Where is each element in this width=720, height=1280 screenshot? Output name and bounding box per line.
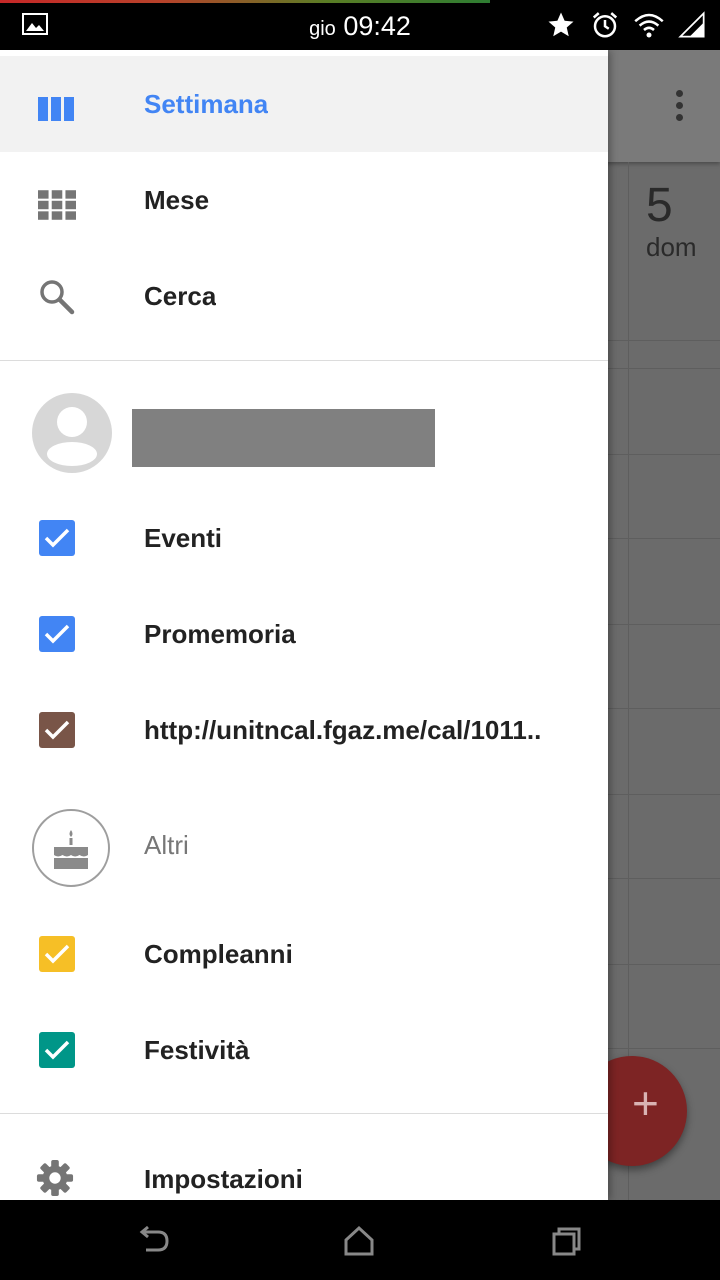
person-icon: [47, 407, 97, 466]
star-icon: [548, 12, 574, 37]
calendar-label: Promemoria: [144, 619, 296, 649]
grid-line: [608, 964, 720, 965]
drawer-item-label: Impostazioni: [144, 1164, 303, 1194]
account-avatar: [32, 393, 112, 473]
drawer-item-label: Settimana: [144, 89, 269, 119]
gear-icon: [36, 1159, 74, 1197]
back-icon[interactable]: [136, 1224, 172, 1258]
grid-line: [608, 1048, 720, 1049]
more-options-icon[interactable]: [676, 90, 684, 126]
status-progress-strip: [0, 0, 490, 3]
day-name: dom: [646, 232, 697, 262]
drawer-item-week[interactable]: Settimana: [0, 56, 608, 152]
drawer-item-settings[interactable]: Impostazioni: [0, 1131, 608, 1200]
grid-line: [608, 878, 720, 879]
grid-line: [608, 708, 720, 709]
calendar-checkbox[interactable]: [39, 712, 75, 748]
calendar-label: Compleanni: [144, 939, 293, 969]
grid-line: [608, 454, 720, 455]
month-grid-icon: [38, 190, 76, 220]
calendar-label: Festività: [144, 1035, 250, 1065]
calendar-item-compleanni[interactable]: Compleanni: [0, 906, 608, 1002]
calendar-label: http://unitncal.fgaz.me/cal/1011..: [144, 715, 542, 745]
check-icon: [44, 944, 70, 964]
status-time: 09:42: [343, 11, 411, 41]
drawer-divider: [0, 1113, 608, 1114]
check-icon: [44, 720, 70, 740]
calendar-checkbox[interactable]: [39, 936, 75, 972]
grid-line: [608, 624, 720, 625]
calendar-item-url[interactable]: http://unitncal.fgaz.me/cal/1011..: [0, 682, 608, 778]
recents-icon[interactable]: [548, 1224, 584, 1258]
grid-line: [608, 368, 720, 369]
navigation-drawer: Settimana Mese Cerca Eventi Promemoria h…: [0, 50, 608, 1200]
wifi-icon: [634, 13, 664, 38]
system-nav-bar: [0, 1200, 720, 1280]
calendar-item-eventi[interactable]: Eventi: [0, 490, 608, 586]
grid-line: [608, 794, 720, 795]
day-number: 5: [646, 179, 673, 232]
drawer-item-label: Cerca: [144, 281, 217, 311]
drawer-item-search[interactable]: Cerca: [0, 248, 608, 344]
others-header: Altri: [144, 830, 189, 860]
status-icons: [546, 10, 706, 40]
check-icon: [44, 1040, 70, 1060]
calendar-checkbox[interactable]: [39, 616, 75, 652]
calendar-checkbox[interactable]: [39, 520, 75, 556]
calendar-label: Eventi: [144, 523, 223, 553]
calendar-item-promemoria[interactable]: Promemoria: [0, 586, 608, 682]
plus-icon: +: [632, 1077, 659, 1129]
check-icon: [44, 528, 70, 548]
drawer-divider: [0, 360, 608, 361]
calendar-checkbox[interactable]: [39, 1032, 75, 1068]
check-icon: [44, 624, 70, 644]
drawer-item-month[interactable]: Mese: [0, 152, 608, 248]
drawer-item-label: Mese: [144, 185, 210, 215]
grid-line: [608, 340, 720, 341]
birthday-cake-icon: [32, 809, 110, 887]
status-bar: gio 09:42: [0, 0, 720, 50]
account-name-redacted: [132, 409, 435, 467]
week-view-icon: [38, 97, 74, 121]
search-icon: [40, 280, 75, 315]
calendar-item-festivita[interactable]: Festività: [0, 1002, 608, 1098]
home-icon[interactable]: [341, 1224, 377, 1258]
grid-line: [608, 538, 720, 539]
alarm-icon: [592, 12, 618, 38]
grid-line: [628, 162, 629, 1200]
status-day: gio: [309, 18, 336, 40]
signal-icon: [678, 11, 705, 38]
